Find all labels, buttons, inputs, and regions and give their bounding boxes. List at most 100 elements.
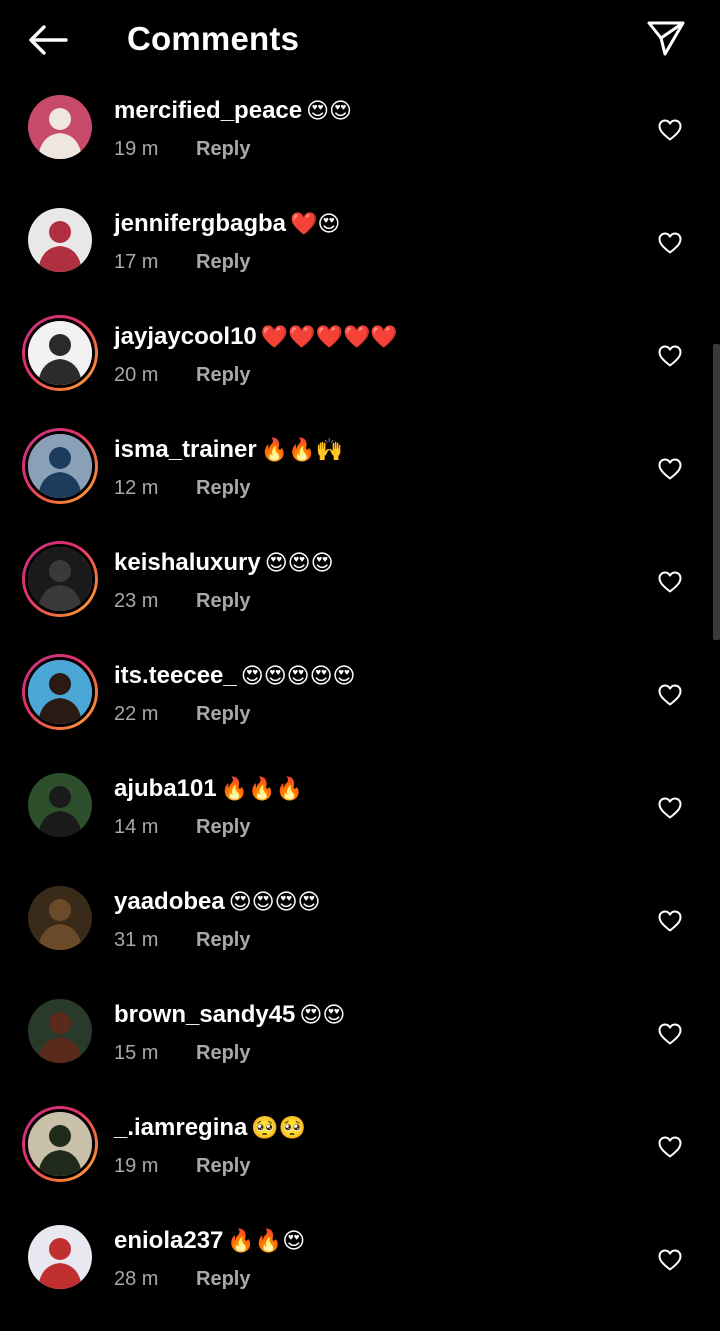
username[interactable]: eniola237 [114,1227,223,1254]
heart-icon [658,910,682,932]
avatar[interactable] [22,880,98,956]
arrow-left-icon [29,25,68,55]
avatar-with-story-ring[interactable] [22,541,98,617]
timestamp: 23 m [114,590,159,612]
timestamp: 17 m [114,251,159,273]
avatar-image [25,431,95,501]
username[interactable]: its.teecee_ [114,662,237,689]
reply-button[interactable]: Reply [196,1268,250,1290]
like-button[interactable] [652,790,688,826]
comment-text: 😍😍😍😍😍 [240,663,356,688]
comment-row[interactable]: _.iamregina 🥺🥺 19 m Reply [0,1105,720,1218]
like-button[interactable] [652,1242,688,1278]
reply-button[interactable]: Reply [196,138,250,160]
reply-button[interactable]: Reply [196,477,250,499]
username[interactable]: mercified_peace [114,97,302,124]
back-button[interactable] [24,18,72,62]
comment-list[interactable]: mercified_peace 😍😍 19 m Reply jennifergbagba… [0,80,720,1290]
reply-button[interactable]: Reply [196,590,250,612]
comment-meta: 14 m Reply [114,814,250,840]
comment-row[interactable]: yaadobea 😍😍😍😍 31 m Reply [0,879,720,992]
reply-button[interactable]: Reply [196,1042,250,1064]
avatar[interactable] [22,89,98,165]
reply-button[interactable]: Reply [196,929,250,951]
like-button[interactable] [652,451,688,487]
comment-text-line: isma_trainer 🔥🔥🙌 [114,435,343,465]
like-button[interactable] [652,338,688,374]
comment-text: 😍😍😍 [264,550,334,575]
avatar[interactable] [22,1219,98,1295]
username[interactable]: jennifergbagba [114,210,286,237]
comment-meta: 28 m Reply [114,1266,250,1292]
comment-meta: 15 m Reply [114,1040,250,1066]
comment-row[interactable]: isma_trainer 🔥🔥🙌 12 m Reply [0,427,720,540]
like-button[interactable] [652,903,688,939]
comment-row[interactable]: eniola237 🔥🔥😍 28 m Reply [0,1218,720,1331]
timestamp: 28 m [114,1268,159,1290]
avatar[interactable] [22,993,98,1069]
page-title: Comments [127,20,300,57]
avatar[interactable] [22,767,98,843]
comment-text-line: keishaluxury 😍😍😍 [114,548,334,578]
comment-text-line: yaadobea 😍😍😍😍 [114,887,320,917]
reply-button[interactable]: Reply [196,251,250,273]
username[interactable]: keishaluxury [114,549,261,576]
comment-text: 🔥🔥🙌 [260,437,343,462]
share-button[interactable] [642,16,690,60]
like-button[interactable] [652,1129,688,1165]
reply-button[interactable]: Reply [196,1155,250,1177]
heart-icon [658,1249,682,1271]
username[interactable]: ajuba101 [114,775,217,802]
like-button[interactable] [652,225,688,261]
comment-row[interactable]: jennifergbagba ❤️😍 17 m Reply [0,201,720,314]
username[interactable]: yaadobea [114,888,225,915]
comment-meta: 17 m Reply [114,249,250,275]
heart-icon [658,458,682,480]
avatar-with-story-ring[interactable] [22,1106,98,1182]
comment-meta: 19 m Reply [114,1153,250,1179]
comment-row[interactable]: mercified_peace 😍😍 19 m Reply [0,88,720,201]
heart-icon [658,232,682,254]
reply-button[interactable]: Reply [196,816,250,838]
comment-row[interactable]: keishaluxury 😍😍😍 23 m Reply [0,540,720,653]
comment-row[interactable]: brown_sandy45 😍😍 15 m Reply [0,992,720,1105]
username[interactable]: isma_trainer [114,436,257,463]
comment-row[interactable]: its.teecee_ 😍😍😍😍😍 22 m Reply [0,653,720,766]
comment-text: 😍😍 [299,1002,346,1027]
like-button[interactable] [652,564,688,600]
username[interactable]: brown_sandy45 [114,1001,295,1028]
avatar-image [28,1225,92,1289]
comment-text-line: ajuba101 🔥🔥🔥 [114,774,303,804]
comment-text-line: _.iamregina 🥺🥺 [114,1113,306,1143]
avatar-with-story-ring[interactable] [22,654,98,730]
timestamp: 31 m [114,929,159,951]
heart-icon [658,1136,682,1158]
heart-icon [658,797,682,819]
scrollbar[interactable] [713,344,720,640]
reply-button[interactable]: Reply [196,364,250,386]
comment-meta: 22 m Reply [114,701,250,727]
comment-text: 🔥🔥🔥 [220,776,303,801]
comment-meta: 12 m Reply [114,475,250,501]
comment-meta: 23 m Reply [114,588,250,614]
comment-row[interactable]: jayjaycool10 ❤️❤️❤️❤️❤️ 20 m Reply [0,314,720,427]
comment-text: ❤️❤️❤️❤️❤️ [260,324,398,349]
like-button[interactable] [652,677,688,713]
heart-icon [658,119,682,141]
reply-button[interactable]: Reply [196,703,250,725]
comment-row[interactable]: ajuba101 🔥🔥🔥 14 m Reply [0,766,720,879]
comment-text: 🔥🔥😍 [227,1228,306,1253]
username[interactable]: jayjaycool10 [114,323,257,350]
timestamp: 14 m [114,816,159,838]
avatar-with-story-ring[interactable] [22,315,98,391]
header-bar: Comments [0,0,720,80]
comment-text-line: eniola237 🔥🔥😍 [114,1226,305,1256]
timestamp: 19 m [114,138,159,160]
username[interactable]: _.iamregina [114,1114,247,1141]
avatar[interactable] [22,202,98,278]
like-button[interactable] [652,1016,688,1052]
comment-text-line: mercified_peace 😍😍 [114,96,352,126]
heart-icon [658,684,682,706]
like-button[interactable] [652,112,688,148]
avatar-with-story-ring[interactable] [22,428,98,504]
